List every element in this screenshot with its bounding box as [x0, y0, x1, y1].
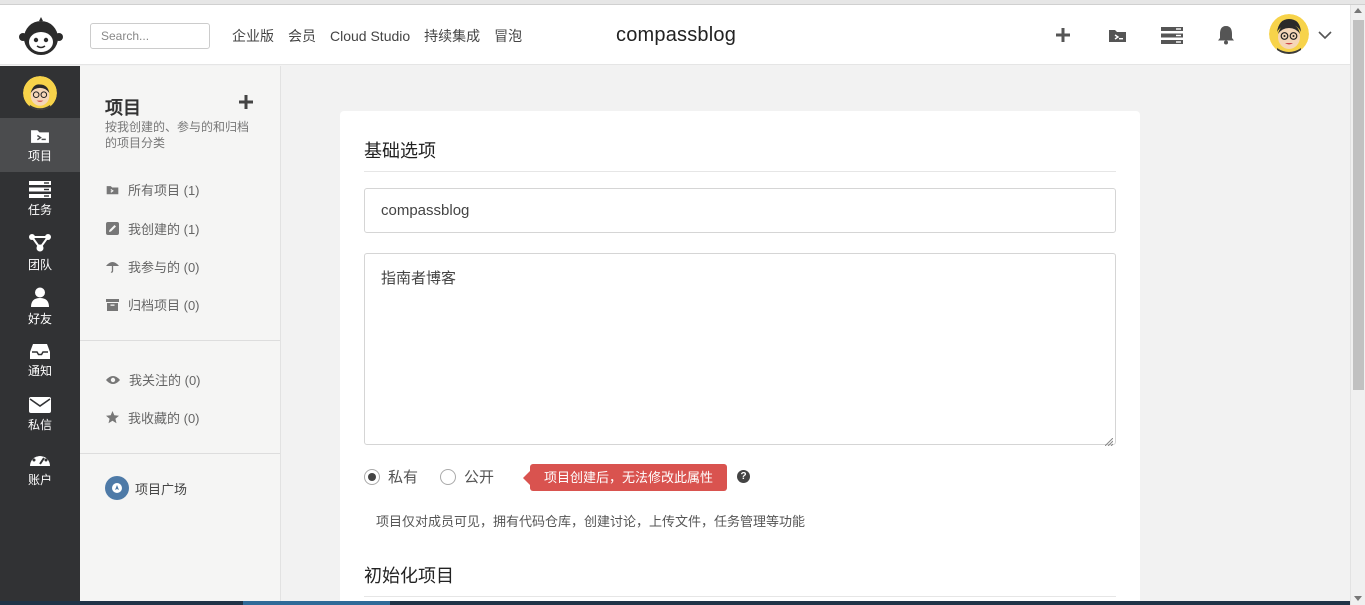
sidebar-item-notifications[interactable]: 通知 [0, 334, 80, 388]
sidebar-avatar[interactable] [23, 76, 57, 110]
sidebar-item-label: 通知 [27, 364, 52, 378]
sidebar-item-label: 私信 [27, 418, 52, 432]
sidebar-item-projects[interactable]: 项目 [0, 118, 80, 172]
page-title: compassblog [616, 24, 737, 46]
compass-icon [105, 476, 129, 500]
visibility-help-text: 项目仅对成员可见，拥有代码仓库，创建讨论，上传文件，任务管理等功能 [376, 514, 806, 529]
nav-cloud-studio[interactable]: Cloud Studio [330, 27, 410, 45]
plus-icon[interactable] [1051, 23, 1075, 47]
sidebar-item-label: 好友 [27, 312, 52, 326]
scroll-down-arrow-icon[interactable] [1354, 596, 1362, 601]
sidebar-item-label: 账户 [27, 473, 52, 487]
sidebar-item-account[interactable]: 账户 [0, 442, 80, 496]
user-avatar[interactable] [1269, 14, 1309, 54]
link-starred-projects[interactable]: 我收藏的 (0) [106, 408, 200, 427]
umbrella-icon [106, 262, 119, 273]
section-divider [364, 596, 1116, 597]
top-nav: 企业版 会员 Cloud Studio 持续集成 冒泡 [232, 27, 536, 45]
divider [80, 340, 280, 341]
section-title-basic: 基础选项 [364, 141, 436, 161]
private-radio[interactable] [364, 468, 380, 485]
nav-ci[interactable]: 持续集成 [424, 27, 480, 45]
dashboard-icon [30, 453, 50, 466]
link-joined-projects[interactable]: 我参与的 (0) [106, 257, 200, 276]
sidebar-item-label: 项目 [27, 148, 52, 163]
project-description-textarea[interactable]: 指南者博客 [364, 253, 1116, 445]
star-icon [106, 411, 119, 424]
top-header: 企业版 会员 Cloud Studio 持续集成 冒泡 compassblog [0, 5, 1350, 65]
search-input[interactable] [90, 23, 210, 49]
sidebar-item-team[interactable]: 团队 [0, 226, 80, 280]
public-label: 公开 [464, 469, 495, 486]
visibility-tooltip: 项目创建后，无法修改此属性 [522, 464, 728, 491]
link-project-square[interactable]: 项目广场 [105, 476, 187, 500]
projects-description: 按我创建的、参与的和归档的项目分类 [105, 120, 250, 150]
main-sidebar: 项目 任务 团队 好友 通知 私信 账户 [0, 66, 80, 605]
team-icon [29, 234, 51, 252]
link-all-projects[interactable]: 所有项目 (1) [106, 180, 200, 199]
nav-enterprise[interactable]: 企业版 [232, 27, 274, 45]
link-created-projects[interactable]: 我创建的 (1) [106, 219, 200, 238]
edit-icon [106, 222, 119, 235]
taskbar-strip [0, 601, 1350, 605]
projects-heading: 项目 [105, 98, 141, 118]
eye-icon [106, 375, 120, 384]
tasks-icon[interactable] [1160, 23, 1184, 47]
folder-terminal-icon[interactable] [1105, 23, 1129, 47]
project-form-card: 基础选项 指南者博客 私有 公开 项目创建后，无法修改此属性 ? 项目仅对成员可… [340, 111, 1140, 605]
bell-icon[interactable] [1214, 23, 1238, 47]
public-radio[interactable] [440, 468, 457, 485]
inbox-icon [30, 344, 50, 359]
private-label: 私有 [388, 469, 419, 486]
nav-member[interactable]: 会员 [288, 27, 316, 45]
visibility-options: 私有 公开 [364, 466, 494, 487]
section-divider [364, 171, 1116, 172]
project-sidebar: 项目 按我创建的、参与的和归档的项目分类 所有项目 (1) 我创建的 (1) 我… [80, 66, 281, 605]
link-archived-projects[interactable]: 归档项目 (0) [106, 295, 200, 314]
link-watched-projects[interactable]: 我关注的 (0) [106, 370, 201, 389]
page-scrollbar[interactable] [1350, 5, 1365, 605]
sidebar-item-friends[interactable]: 好友 [0, 280, 80, 334]
envelope-icon [29, 397, 51, 413]
sidebar-item-tasks[interactable]: 任务 [0, 172, 80, 226]
resize-grip-icon[interactable] [1104, 433, 1114, 451]
chevron-down-icon[interactable] [1318, 27, 1332, 45]
sidebar-item-label: 团队 [27, 258, 52, 272]
section-title-init: 初始化项目 [364, 566, 454, 586]
folder-terminal-icon [31, 129, 49, 143]
question-circle-icon[interactable]: ? [737, 470, 750, 483]
divider [80, 453, 280, 454]
project-name-input[interactable] [364, 188, 1116, 233]
scroll-thumb[interactable] [1353, 20, 1364, 390]
archive-icon [106, 298, 119, 311]
sidebar-item-messages[interactable]: 私信 [0, 388, 80, 442]
add-project-plus-icon[interactable] [238, 94, 254, 115]
folder-terminal-icon [106, 186, 119, 195]
tasks-icon [29, 180, 51, 198]
scroll-up-arrow-icon[interactable] [1354, 8, 1362, 13]
user-icon [31, 287, 49, 307]
nav-bubble[interactable]: 冒泡 [494, 27, 522, 45]
sidebar-item-label: 任务 [27, 202, 52, 217]
coding-logo-icon[interactable] [17, 16, 65, 56]
